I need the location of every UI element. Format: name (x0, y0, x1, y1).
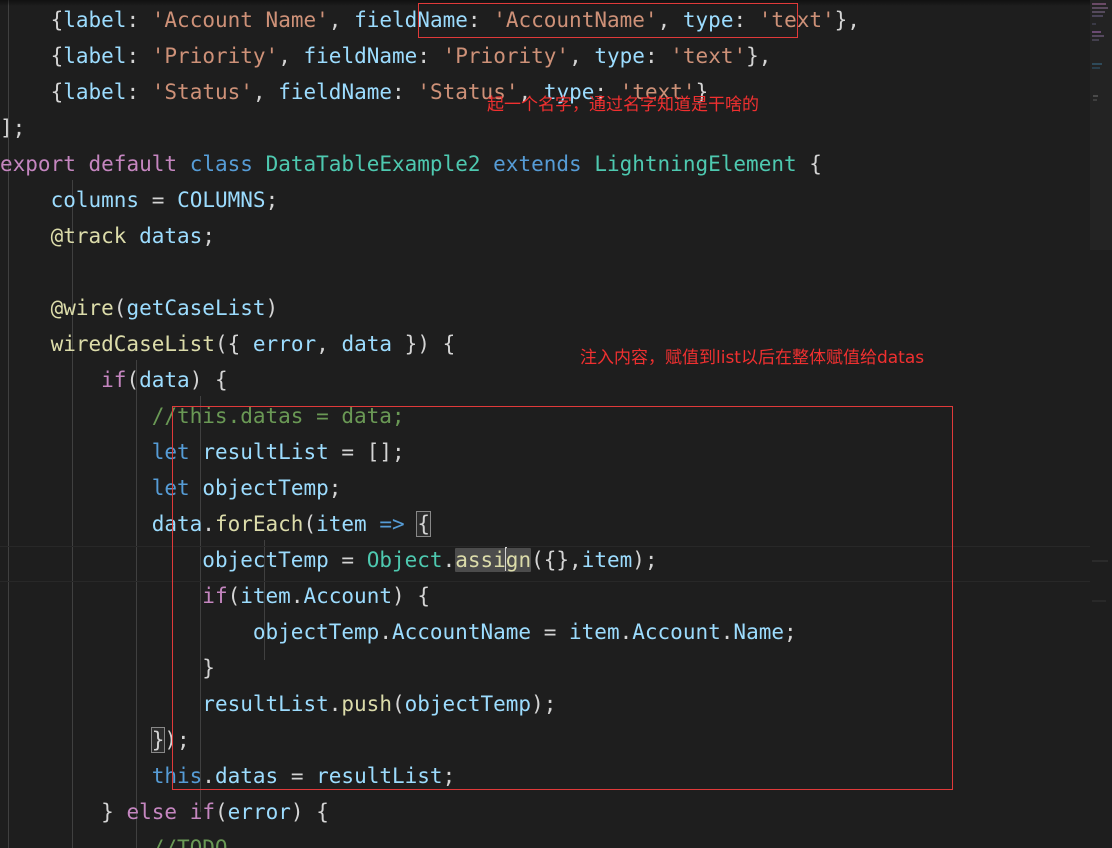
minimap-row (1093, 95, 1098, 97)
code-line[interactable]: {label: 'Priority', fieldName: 'Priority… (0, 38, 1090, 74)
code-line[interactable]: //TODO (0, 830, 1090, 848)
code-line[interactable]: ]; (0, 110, 1090, 146)
minimap-row (1092, 15, 1103, 17)
code-line[interactable]: resultList.push(objectTemp); (0, 686, 1090, 722)
code-line[interactable]: @track datas; (0, 218, 1090, 254)
annotation-note-fieldname: 起一个名字，通过名字知道是干啥的 (487, 95, 759, 115)
minimap-row (1092, 31, 1101, 33)
minimap[interactable] (1090, 0, 1112, 848)
code-editor-screenshot: {label: 'Account Name', fieldName: 'Acco… (0, 0, 1112, 848)
code-line[interactable]: this.datas = resultList; (0, 758, 1090, 794)
minimap-row (1093, 99, 1097, 101)
selected-text[interactable]: assi (455, 548, 506, 572)
minimap-slider[interactable] (1090, 0, 1112, 250)
bracket-match-highlight: { (416, 511, 431, 537)
code-line[interactable]: if(item.Account) { (0, 578, 1090, 614)
code-line[interactable]: data.forEach(item => { (0, 506, 1090, 542)
code-line[interactable]: //this.datas = data; (0, 398, 1090, 434)
code-line[interactable]: } (0, 650, 1090, 686)
code-line[interactable]: {label: 'Account Name', fieldName: 'Acco… (0, 2, 1090, 38)
code-line[interactable]: @wire(getCaseList) (0, 290, 1090, 326)
code-line[interactable]: objectTemp = Object.assign({},item); (0, 542, 1090, 578)
code-line[interactable]: export default class DataTableExample2 e… (0, 146, 1090, 182)
minimap-row (1092, 600, 1106, 602)
code-line[interactable]: objectTemp.AccountName = item.Account.Na… (0, 614, 1090, 650)
annotation-note-inject: 注入内容，赋值到list以后在整体赋值给datas (580, 348, 925, 368)
minimap-row (1092, 11, 1105, 13)
bracket-match-highlight: } (150, 727, 166, 753)
code-line[interactable] (0, 254, 1090, 290)
code-line[interactable]: } else if(error) { (0, 794, 1090, 830)
minimap-row (1092, 35, 1104, 37)
code-line[interactable]: wiredCaseList({ error, data }) { (0, 326, 1090, 362)
minimap-row (1092, 560, 1108, 562)
minimap-row (1092, 3, 1106, 5)
minimap-row (1092, 63, 1102, 65)
code-line[interactable]: let objectTemp; (0, 470, 1090, 506)
code-line[interactable]: let resultList = []; (0, 434, 1090, 470)
code-line[interactable]: columns = COLUMNS; (0, 182, 1090, 218)
minimap-row (1092, 7, 1108, 9)
minimap-row (1092, 67, 1100, 69)
code-line[interactable]: if(data) { (0, 362, 1090, 398)
minimap-row (1092, 23, 1096, 25)
code-line[interactable]: }); (0, 722, 1090, 758)
minimap-row (1092, 39, 1099, 41)
editor-text-area[interactable]: {label: 'Account Name', fieldName: 'Acco… (0, 0, 1090, 848)
